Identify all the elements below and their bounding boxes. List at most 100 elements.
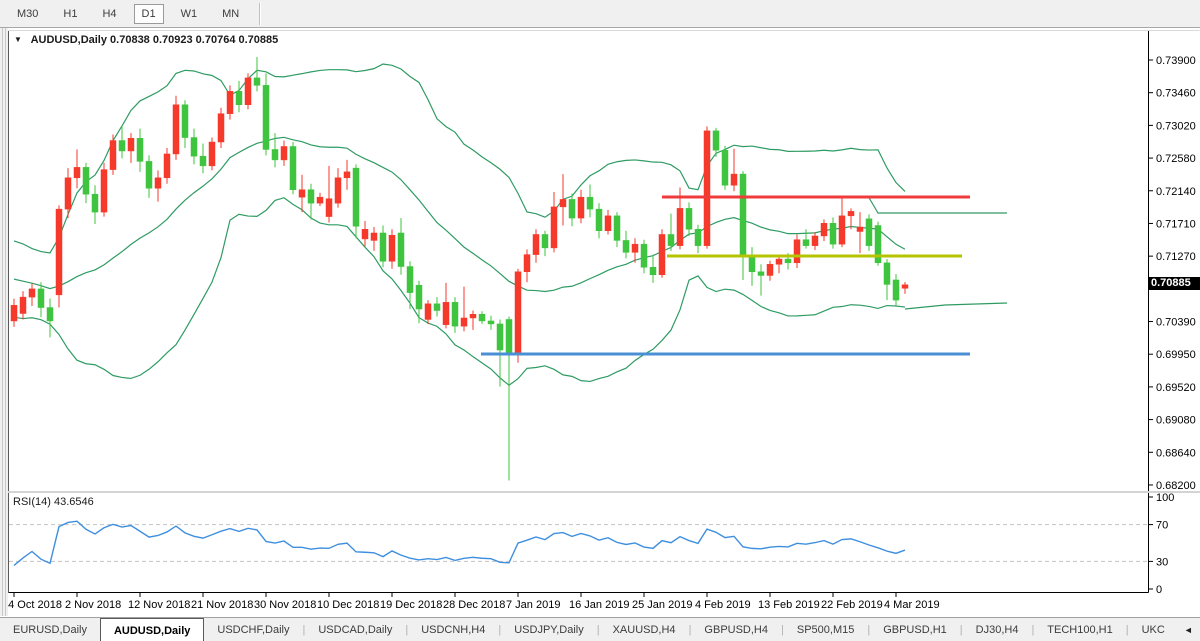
rsi-axis-label: 0 <box>1156 584 1162 596</box>
candle-body <box>47 308 53 321</box>
candle-body <box>200 156 206 166</box>
candle-body <box>632 244 638 252</box>
chart-tab-usdcad-daily[interactable]: USDCAD,Daily <box>305 618 405 641</box>
price-axis-label: 0.69080 <box>1156 415 1196 427</box>
candle-body <box>326 199 332 217</box>
candle-body <box>353 168 359 226</box>
chart-tab-tech100-h1[interactable]: TECH100,H1 <box>1034 618 1125 641</box>
terminal-window: M30H1H4D1W1MN 0.739000.734600.730200.725… <box>0 0 1200 641</box>
toolbar-separator <box>259 3 261 25</box>
price-axis-label: 0.68640 <box>1156 447 1196 459</box>
chart-tab-ukc[interactable]: UKC <box>1129 618 1178 641</box>
candle-body <box>731 174 737 185</box>
timeframe-button-h1[interactable]: H1 <box>55 4 85 24</box>
candle-body <box>785 259 791 263</box>
candle-body <box>740 174 746 257</box>
date-axis-label: 4 Feb 2019 <box>695 599 751 611</box>
date-axis-label: 24 Oct 2018 <box>2 599 62 611</box>
chart-tab-sp500-m15[interactable]: SP500,M15 <box>784 618 867 641</box>
chart-title-text: AUDUSD,Daily 0.70838 0.70923 0.70764 0.7… <box>31 34 279 46</box>
candle-body <box>533 234 539 254</box>
candle-body <box>479 314 485 321</box>
candle-body <box>281 146 287 159</box>
candle-body <box>686 208 692 229</box>
candle-body <box>713 131 719 150</box>
price-axis-label: 0.69950 <box>1156 349 1196 361</box>
timeframe-button-d1[interactable]: D1 <box>134 4 164 24</box>
price-axis-label: 0.73900 <box>1156 55 1196 67</box>
chart-tab-eurusd-daily[interactable]: EURUSD,Daily <box>0 618 100 641</box>
candle-body <box>299 190 305 197</box>
chart-tab-gbpusd-h4[interactable]: GBPUSD,H4 <box>691 618 781 641</box>
date-axis-label: 22 Feb 2019 <box>821 599 883 611</box>
candle-body <box>839 216 845 244</box>
chart-tab-usdcnh-h4[interactable]: USDCNH,H4 <box>408 618 498 641</box>
chart-tab-xauusd-h4[interactable]: XAUUSD,H4 <box>600 618 689 641</box>
candle-body <box>524 255 530 272</box>
candle-body <box>164 154 170 178</box>
candle-body <box>461 318 467 326</box>
candle-body <box>335 178 341 203</box>
chart-tab-gbpusd-h1[interactable]: GBPUSD,H1 <box>870 618 960 641</box>
candle-body <box>542 234 548 247</box>
candle-body <box>758 272 764 276</box>
price-axis-label: 0.68200 <box>1156 480 1196 492</box>
candle-body <box>776 259 782 264</box>
date-axis-label: 4 Mar 2019 <box>884 599 940 611</box>
candle-body <box>119 141 125 151</box>
rsi-axis-label: 70 <box>1156 520 1168 532</box>
price-axis-label: 0.73460 <box>1156 88 1196 100</box>
candle-body <box>236 91 242 104</box>
scroll-left-icon[interactable]: ◄ <box>1178 625 1199 635</box>
candle-body <box>191 138 197 157</box>
chart-tab-usdchf-daily[interactable]: USDCHF,Daily <box>204 618 302 641</box>
candle-body <box>515 272 521 354</box>
candle-body <box>263 85 269 149</box>
candle-body <box>209 142 215 166</box>
chart-tab-bar: EURUSD,DailyAUDUSD,DailyUSDCHF,Daily|USD… <box>0 617 1200 641</box>
candle-body <box>857 227 863 231</box>
price-axis-label: 0.71270 <box>1156 251 1196 263</box>
candle-body <box>596 209 602 231</box>
candle-body <box>560 199 566 206</box>
candle-body <box>74 167 80 177</box>
rsi-axis-label: 100 <box>1156 492 1174 504</box>
candle-body <box>83 167 89 194</box>
candle-body <box>344 172 350 178</box>
date-axis-label: 12 Nov 2018 <box>128 599 190 611</box>
candle-body <box>173 105 179 154</box>
candle-body <box>254 78 260 85</box>
candle-body <box>146 161 152 188</box>
candle-body <box>65 178 71 209</box>
candle-body <box>398 233 404 267</box>
date-axis-label: 16 Jan 2019 <box>569 599 630 611</box>
splitter-line <box>5 28 6 616</box>
candle-body <box>227 91 233 113</box>
candle-body <box>497 324 503 350</box>
chart-tab-dj30-h4[interactable]: DJ30,H4 <box>963 618 1032 641</box>
candle-body <box>110 141 116 170</box>
candle-body <box>578 197 584 218</box>
price-axis-label: 0.70390 <box>1156 317 1196 329</box>
chart-canvas[interactable]: 0.739000.734600.730200.725800.721400.717… <box>0 0 1200 617</box>
timeframe-button-m30[interactable]: M30 <box>9 4 46 24</box>
candle-body <box>614 216 620 241</box>
tab-scroll-buttons: ◄► <box>1178 618 1200 641</box>
timeframe-button-mn[interactable]: MN <box>214 4 247 24</box>
chart-tab-audusd-daily[interactable]: AUDUSD,Daily <box>100 618 204 641</box>
price-axis-label: 0.69520 <box>1156 382 1196 394</box>
candle-body <box>128 138 134 151</box>
chart-tab-usdjpy-daily[interactable]: USDJPY,Daily <box>501 618 597 641</box>
date-axis-label: 2 Nov 2018 <box>65 599 121 611</box>
rsi-indicator-label: RSI(14) 43.6546 <box>13 496 94 508</box>
candle-body <box>902 285 908 289</box>
candle-body <box>677 208 683 245</box>
candle-body <box>830 223 836 244</box>
candle-body <box>650 267 656 274</box>
timeframe-button-w1[interactable]: W1 <box>173 4 206 24</box>
candle-body <box>389 235 395 261</box>
chevron-down-icon[interactable]: ▼ <box>14 35 22 44</box>
candle-body <box>407 267 413 293</box>
timeframe-button-h4[interactable]: H4 <box>94 4 124 24</box>
candle-body <box>56 209 62 295</box>
